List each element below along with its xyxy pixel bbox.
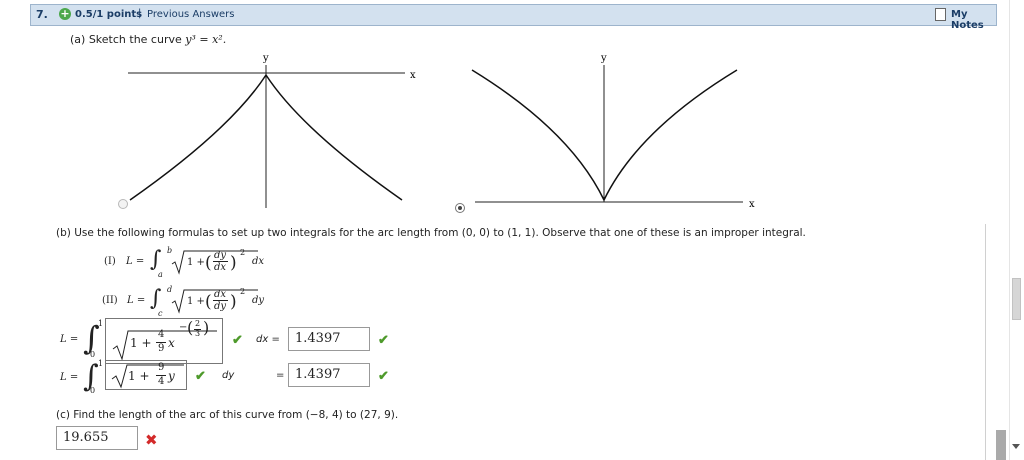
part-a-prompt-text: (a) Sketch the curve xyxy=(70,33,182,46)
part-a-prompt: (a) Sketch the curve y³ = x². xyxy=(70,33,226,46)
graph-option-1: y x xyxy=(128,53,416,208)
part-b-prompt: (b) Use the following formulas to set up… xyxy=(56,227,806,239)
integral-2-check-icon: ✔ xyxy=(378,369,389,384)
formula-2-label: (II) xyxy=(102,295,118,306)
question-number: 7. xyxy=(36,8,48,21)
graph2-y-label: y xyxy=(600,53,607,64)
previous-answers-link[interactable]: Previous Answers xyxy=(147,9,234,20)
part-c-prompt-text: (c) Find the length of the arc of this c… xyxy=(56,409,303,421)
points-score: 0.5/1 points xyxy=(75,9,143,20)
scrollbar-track[interactable] xyxy=(1009,0,1024,460)
question-header: 7. + 0.5/1 points | Previous Answers My … xyxy=(30,4,997,31)
part-c-cross-icon: ✖ xyxy=(145,431,158,449)
integrand-1-exp-paren-close: ) xyxy=(203,318,210,337)
scrollbar-thumb[interactable] xyxy=(1012,278,1021,320)
formula-1-lhs: L = xyxy=(126,256,145,267)
integrand-2-input[interactable]: 1 + 9 4 y xyxy=(105,360,187,390)
integrand-1-coef-num: 4 xyxy=(158,329,165,340)
formula-1-label: (I) xyxy=(104,256,116,267)
formula-1-one-plus: 1 + xyxy=(187,257,205,268)
graph-option-2-radio[interactable] xyxy=(455,203,465,213)
integral-2-answer-input[interactable]: 1.4397 xyxy=(288,363,370,387)
integral-1-diff: dx = xyxy=(256,334,280,345)
integrand-1-exp-num: 2 xyxy=(195,319,201,328)
integral-1-check-icon: ✔ xyxy=(378,333,389,348)
integrand-2-check-icon: ✔ xyxy=(195,369,206,384)
integrand-1-exp-paren-open: ( xyxy=(187,318,194,337)
integrand-1-exp-den: 3 xyxy=(195,329,201,338)
integral-1-answer-input[interactable]: 1.4397 xyxy=(288,327,370,351)
formula-2-integral-sign: ∫ xyxy=(150,286,162,311)
integrand-2-coef-num: 9 xyxy=(158,362,165,373)
formula-1-paren-close: ) xyxy=(230,253,237,273)
formula-2-num: dx xyxy=(214,289,227,300)
integral-2-diff: dy xyxy=(222,370,235,381)
graph2-x-label: x xyxy=(749,199,755,210)
graph-option-2: y x xyxy=(471,53,755,210)
graph1-x-label: x xyxy=(410,70,416,81)
integrand-2-var: y xyxy=(168,369,175,383)
part-a-equation: y³ = x². xyxy=(185,33,227,46)
formula-2-den: dy xyxy=(214,301,227,312)
scroll-down-arrow-icon[interactable] xyxy=(1012,444,1020,449)
graph1-y-label: y xyxy=(262,53,269,64)
part-c-points: (−8, 4) to (27, 9). xyxy=(305,409,399,421)
formula-2-paren-close: ) xyxy=(230,292,237,312)
part-c-answer-input[interactable]: 19.655 xyxy=(56,426,138,450)
formula-1: (I) L = ∫ b a 1 + ( dy dx ) 2 dx xyxy=(104,246,304,279)
integrand-1-one-plus: 1 + xyxy=(130,336,152,350)
formula-2-one-plus: 1 + xyxy=(187,296,205,307)
integrand-1-coef-den: 9 xyxy=(158,343,165,354)
formula-2-paren-open: ( xyxy=(205,292,212,312)
integrand-1-var: x xyxy=(168,336,175,350)
part-c-prompt: (c) Find the length of the arc of this c… xyxy=(56,409,398,421)
integral-1-lhs: L = xyxy=(60,334,79,345)
formula-2: (II) L = ∫ d c 1 + ( dx dy ) 2 dy xyxy=(102,285,302,318)
integral-answer-2: L = ∫ 1 0 1 + 9 4 y ✔ dy = 1.4397 ✔ xyxy=(60,358,400,398)
formula-1-den: dx xyxy=(214,262,227,273)
resize-handle[interactable] xyxy=(996,430,1006,460)
integral-2-upper: 1 xyxy=(98,359,104,368)
integrand-2-one-plus: 1 + xyxy=(128,369,150,383)
formula-2-lower: c xyxy=(158,309,163,318)
integrand-2-coef-den: 4 xyxy=(158,376,165,387)
integral-2-lhs: L = xyxy=(60,372,79,383)
notes-document-icon[interactable] xyxy=(935,8,946,21)
graph-option-1-radio[interactable] xyxy=(118,199,128,209)
formula-1-power: 2 xyxy=(240,248,246,257)
header-separator: | xyxy=(138,8,142,19)
integral-2-lower: 0 xyxy=(90,386,96,395)
integrand-1-check-icon: ✔ xyxy=(232,333,243,348)
formula-2-power: 2 xyxy=(240,287,246,296)
formula-2-lhs: L = xyxy=(127,295,146,306)
integral-2-equals: = xyxy=(276,370,285,381)
formula-2-diff: dy xyxy=(252,295,265,306)
formula-1-diff: dx xyxy=(252,256,265,267)
expand-plus-icon[interactable]: + xyxy=(59,8,71,20)
formula-1-num: dy xyxy=(214,250,227,261)
my-notes-link[interactable]: My Notes xyxy=(951,9,996,31)
formula-1-paren-open: ( xyxy=(205,253,212,273)
formula-1-integral-sign: ∫ xyxy=(150,247,162,272)
integral-1-upper: 1 xyxy=(98,319,104,328)
panel-divider xyxy=(985,224,986,460)
formula-1-lower: a xyxy=(158,270,163,279)
